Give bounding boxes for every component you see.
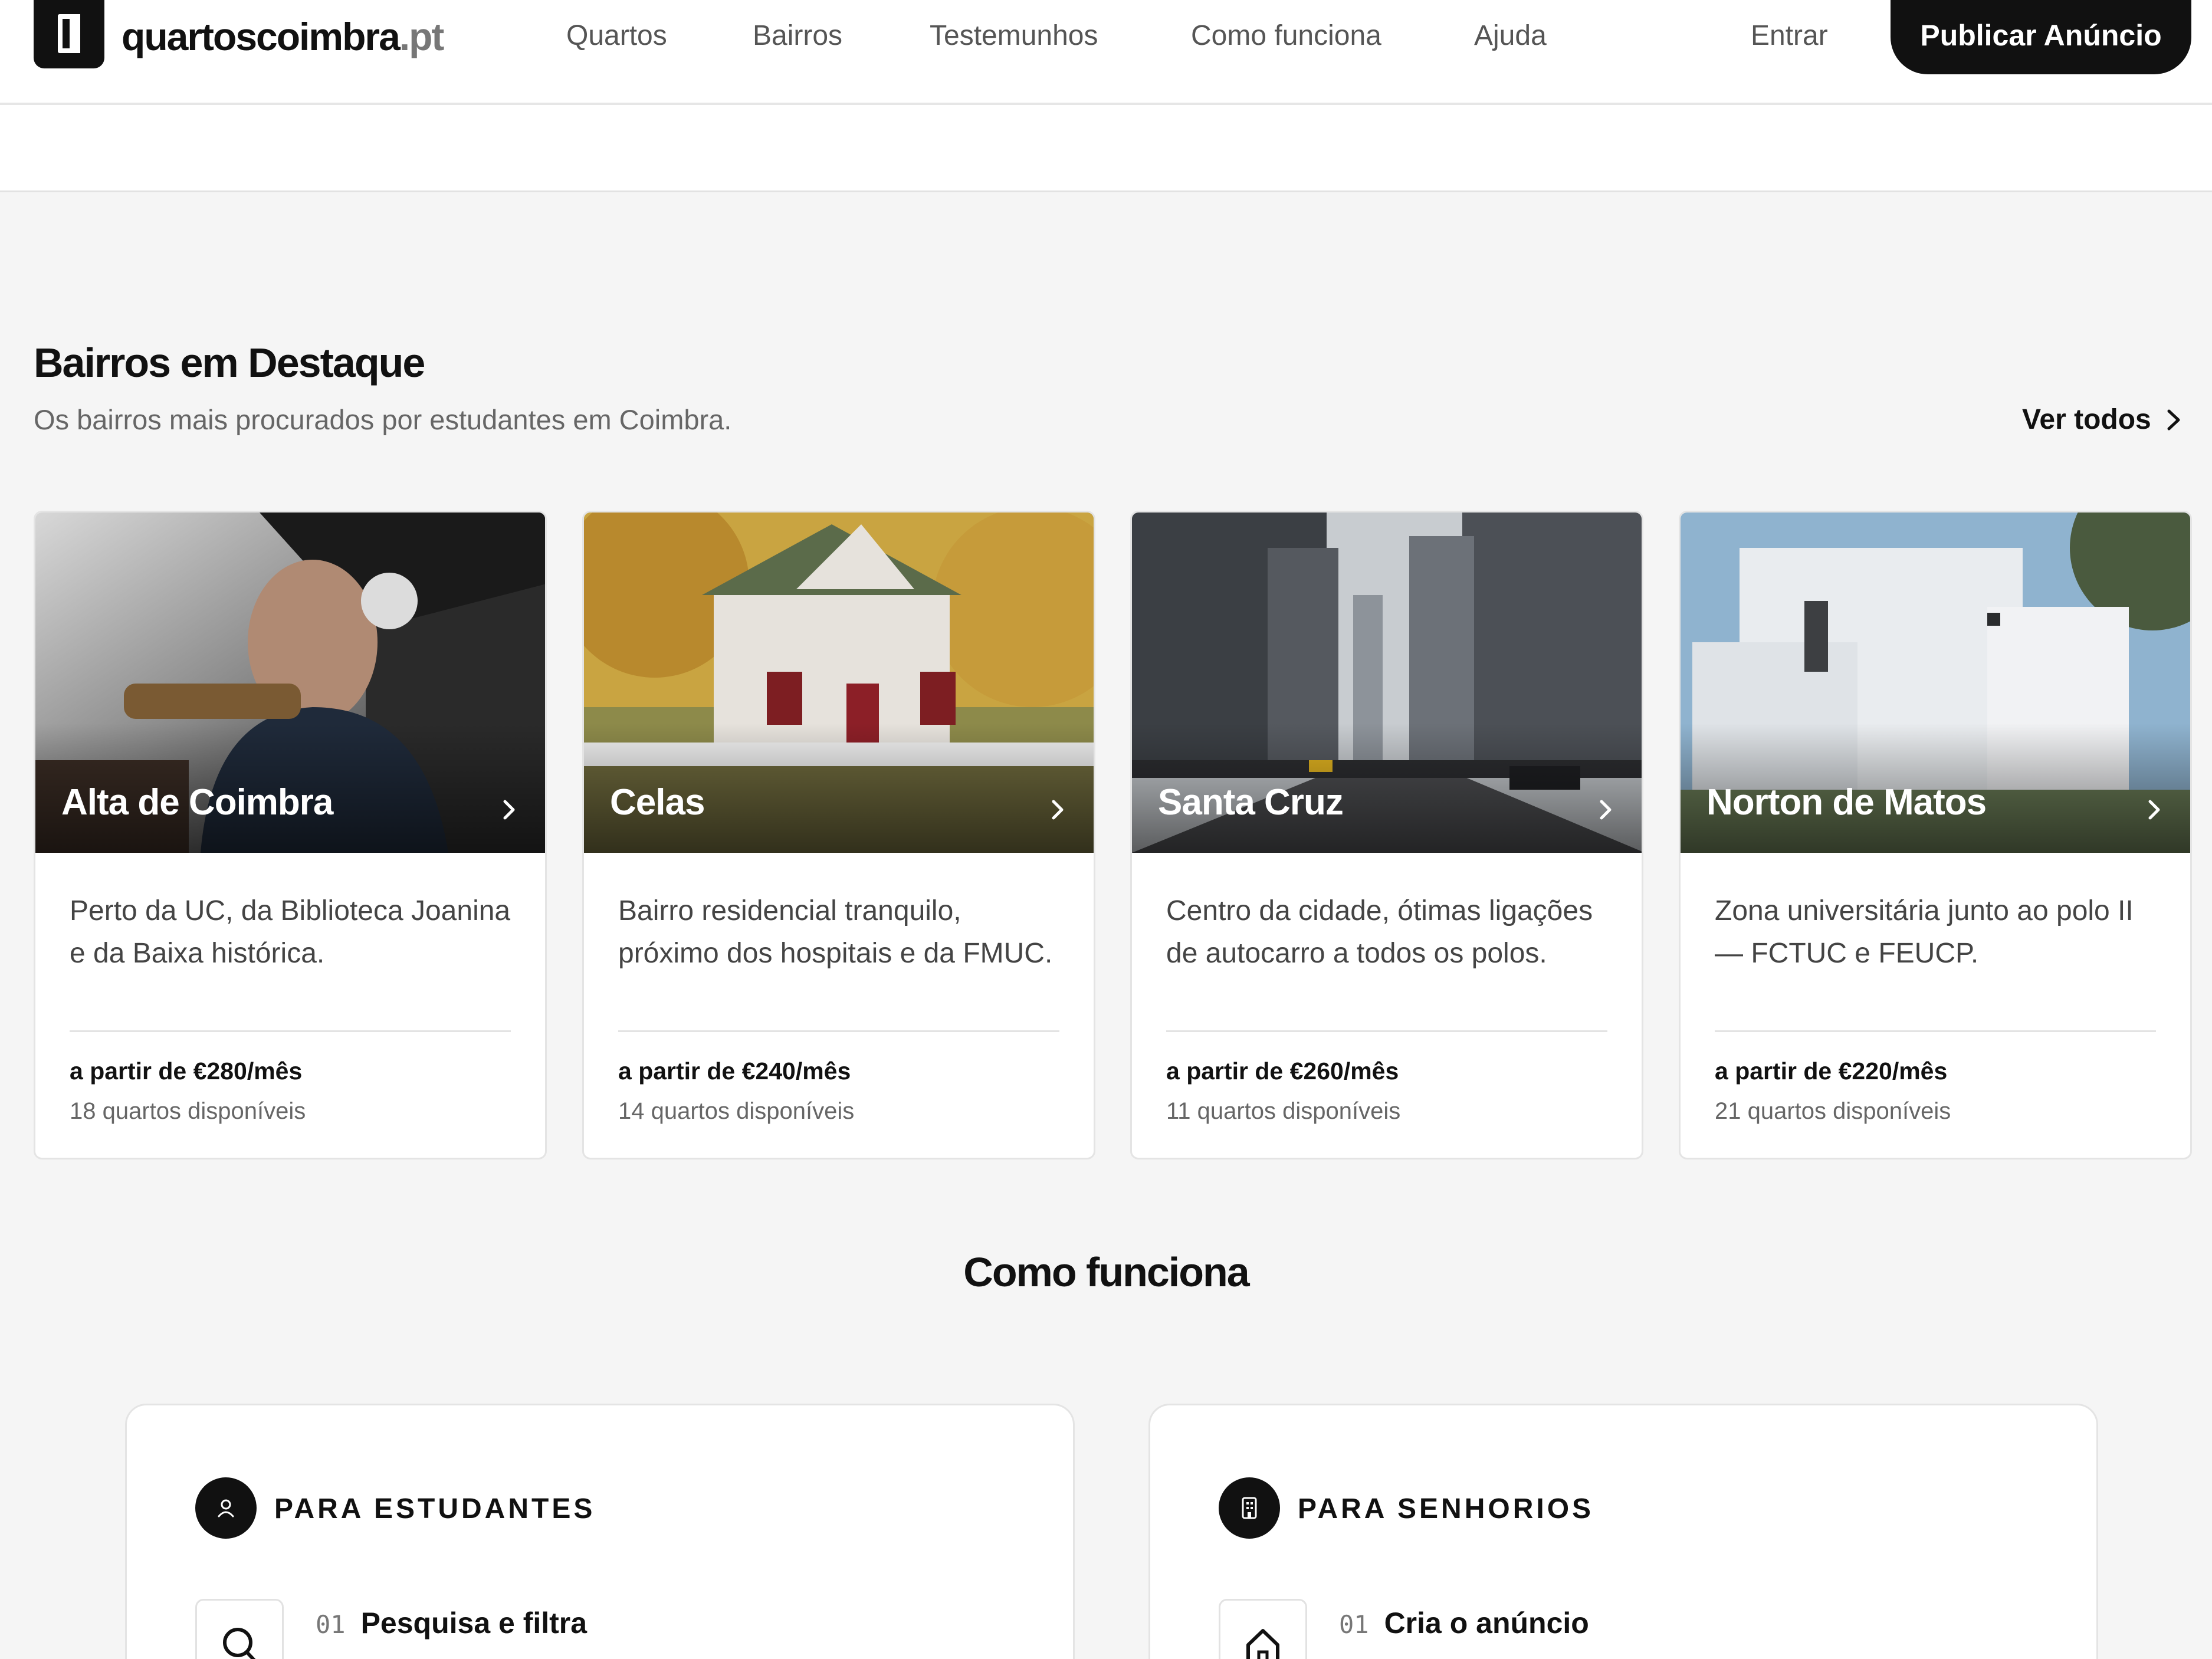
- neighbourhood-price: a partir de €280/mês: [70, 1057, 303, 1085]
- neighbourhood-name: Norton de Matos: [1706, 782, 1987, 823]
- student-step-1: 01 Pesquisa e filtra: [316, 1606, 587, 1640]
- site-header: quartoscoimbra.pt Quartos Bairros Testem…: [0, 0, 2212, 105]
- neighbourhood-name: Alta de Coimbra: [61, 782, 333, 823]
- header-subbar: [0, 105, 2212, 192]
- step-title: Cria o anúncio: [1384, 1607, 1589, 1640]
- nav-link-como-funciona[interactable]: Como funciona: [1191, 18, 1381, 54]
- chevron-right-icon: [1600, 800, 1612, 820]
- logo-main-text: quartoscoimbra: [122, 15, 401, 58]
- neighbourhood-description: Centro da cidade, ótimas ligações de aut…: [1166, 895, 1593, 969]
- building-icon: [1219, 1477, 1280, 1539]
- logo-wordmark[interactable]: quartoscoimbra.pt: [122, 13, 445, 60]
- signin-link[interactable]: Entrar: [1751, 18, 1828, 54]
- see-all-label: Ver todos: [2022, 404, 2151, 435]
- card-divider: [1715, 1030, 2156, 1032]
- featured-title: Bairros em Destaque: [34, 340, 425, 386]
- neighbourhood-room-count: 18 quartos disponíveis: [70, 1098, 306, 1124]
- logo-icon[interactable]: [34, 0, 104, 68]
- neighbourhood-name: Celas: [610, 782, 705, 823]
- logo-tld-text: .pt: [399, 15, 445, 58]
- featured-subtitle: Os bairros mais procurados por estudante…: [34, 404, 732, 435]
- students-label: PARA ESTUDANTES: [274, 1493, 596, 1525]
- publish-listing-label: Publicar Anúncio: [1920, 19, 2162, 52]
- neighbourhood-description: Perto da UC, da Biblioteca Joanina e da …: [70, 895, 511, 969]
- how-it-works-title: Como funciona: [963, 1249, 1249, 1295]
- neighbourhood-card-norton-de-matos[interactable]: Norton de Matos Zona universitária junto…: [1679, 511, 2192, 1159]
- nav-link-testemunhos[interactable]: Testemunhos: [930, 18, 1098, 54]
- neighbourhood-card-celas[interactable]: Celas Bairro residencial tranquilo, próx…: [582, 511, 1095, 1159]
- search-icon: [195, 1599, 284, 1659]
- neighbourhood-description: Zona universitária junto ao polo II — FC…: [1715, 895, 2134, 969]
- neighbourhood-room-count: 21 quartos disponíveis: [1715, 1098, 1951, 1124]
- user-icon: [195, 1477, 257, 1539]
- step-number: 01: [1339, 1610, 1369, 1639]
- neighbourhood-card-alta[interactable]: Alta de Coimbra Perto da UC, da Bibliote…: [34, 511, 547, 1159]
- publish-listing-button[interactable]: Publicar Anúncio: [1891, 0, 2191, 74]
- card-divider: [618, 1030, 1059, 1032]
- neighbourhood-room-count: 11 quartos disponíveis: [1166, 1098, 1401, 1124]
- nav-link-quartos[interactable]: Quartos: [566, 18, 667, 54]
- landlords-panel: PARA SENHORIOS 01 Cria o anúncio: [1148, 1404, 2098, 1659]
- chevron-right-icon: [503, 800, 515, 820]
- see-all-link[interactable]: Ver todos: [2022, 402, 2181, 438]
- card-divider: [1166, 1030, 1607, 1032]
- neighbourhood-card-santa-cruz[interactable]: Santa Cruz Centro da cidade, ótimas liga…: [1130, 511, 1643, 1159]
- nav-link-ajuda[interactable]: Ajuda: [1474, 18, 1547, 54]
- chevron-right-icon: [2167, 409, 2180, 431]
- neighbourhood-room-count: 14 quartos disponíveis: [618, 1098, 855, 1124]
- card-divider: [70, 1030, 511, 1032]
- step-title: Pesquisa e filtra: [360, 1607, 588, 1640]
- chevron-right-icon: [1052, 800, 1064, 820]
- nav-link-bairros[interactable]: Bairros: [753, 18, 842, 54]
- students-panel: PARA ESTUDANTES 01 Pesquisa e filtra: [125, 1404, 1075, 1659]
- landlord-step-1: 01 Cria o anúncio: [1339, 1606, 1589, 1640]
- neighbourhood-price: a partir de €240/mês: [618, 1057, 851, 1085]
- neighbourhood-price: a partir de €260/mês: [1166, 1057, 1399, 1085]
- landlords-label: PARA SENHORIOS: [1298, 1493, 1594, 1525]
- neighbourhood-price: a partir de €220/mês: [1715, 1057, 1948, 1085]
- chevron-right-icon: [2148, 800, 2160, 820]
- neighbourhood-name: Santa Cruz: [1158, 782, 1344, 823]
- neighbourhood-description: Bairro residencial tranquilo, próximo do…: [618, 895, 1053, 969]
- home-icon: [1219, 1599, 1307, 1659]
- step-number: 01: [316, 1610, 346, 1639]
